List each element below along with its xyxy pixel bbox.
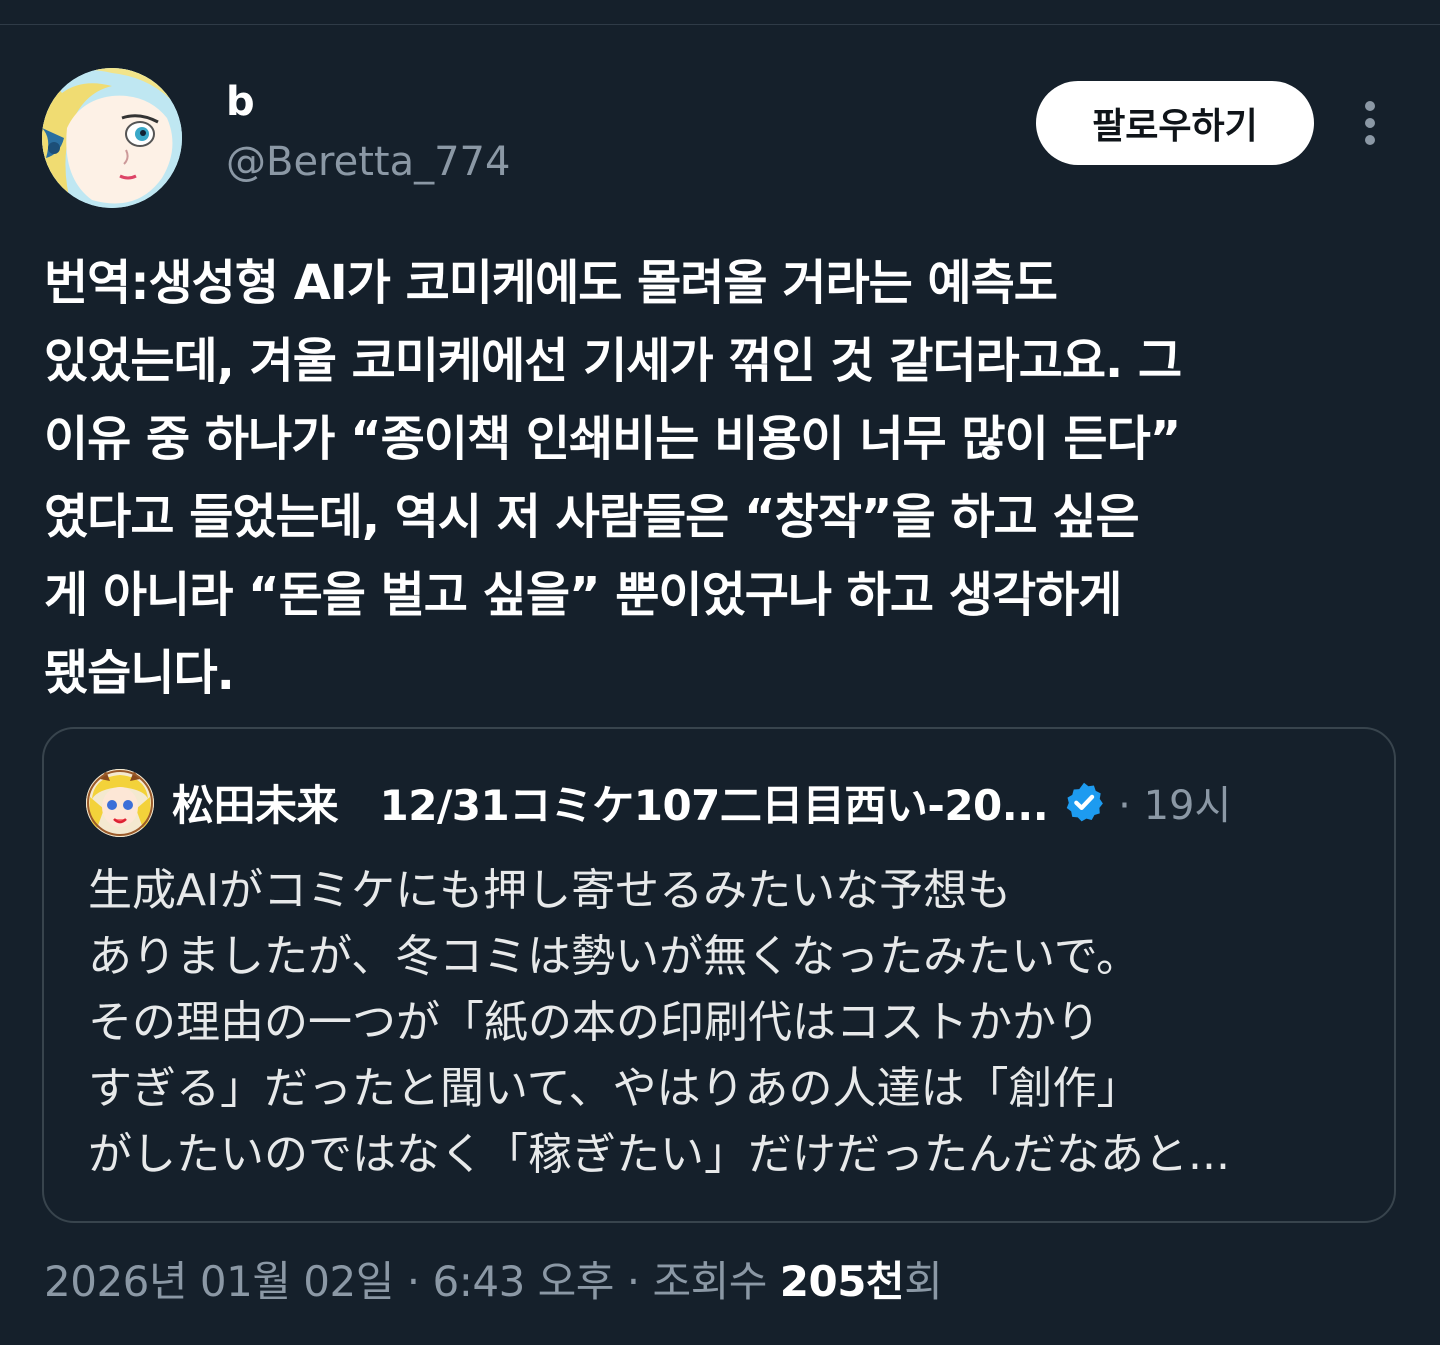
meta-separator: ·	[393, 1257, 433, 1306]
author-handle[interactable]: @Beretta_774	[226, 136, 510, 188]
author-avatar[interactable]	[42, 68, 182, 208]
quote-text: 生成AIがコミケにも押し寄せるみたいな予想も ありましたが、冬コミは勢いが無くな…	[88, 858, 1378, 1188]
tweet-text-line: 이유 중 하나가 “종이책 인쇄비는 비용이 너무 많이 든다”	[44, 411, 1181, 467]
tweet-text-line: 였다고 들었는데, 역시 저 사람들은 “창작”을 하고 싶은	[44, 489, 1140, 545]
quote-timestamp[interactable]: · 19시	[1118, 773, 1231, 831]
meta-separator: ·	[613, 1257, 653, 1306]
tweet-text-line: 있었는데, 겨울 코미케에선 기세가 꺾인 것 같더라고요. 그	[44, 333, 1182, 389]
more-options-button[interactable]	[1346, 96, 1394, 150]
tweet-text-line: 게 아니라 “돈을 벌고 싶을” 뿐이었구나 하고 생각하게	[44, 567, 1122, 623]
quote-text-line: がしたいのではなく「稼ぎたい」だけだったんだなあと...	[88, 1129, 1230, 1180]
quote-author-avatar[interactable]	[86, 769, 154, 837]
quote-text-line: ありましたが、冬コミは勢いが無くなったみたいで。	[88, 931, 1141, 982]
tweet-text: 번역:생성형 AI가 코미케에도 몰려올 거라는 예측도 있었는데, 겨울 코미…	[44, 244, 1404, 712]
top-divider	[0, 24, 1440, 25]
quote-text-line: その理由の一つが「紙の本の印刷代はコストかかり	[88, 997, 1100, 1048]
quote-text-line: すぎる」だったと聞いて、やはりあの人達は「創作」	[88, 1063, 1141, 1114]
tweet-text-line: 됐습니다.	[44, 645, 235, 701]
tweet-text-line: 번역:생성형 AI가 코미케에도 몰려올 거라는 예측도	[44, 255, 1058, 311]
tweet-date[interactable]: 2026년 01월 02일	[44, 1257, 394, 1306]
quote-author-name[interactable]: 松田未来 12/31コミケ107二日目西い-20...	[172, 772, 1049, 833]
views-count[interactable]: 205천	[780, 1257, 905, 1306]
quote-avatar-image	[86, 769, 154, 837]
views-label: 조회수	[652, 1257, 780, 1306]
tweet-time[interactable]: 6:43 오후	[432, 1257, 614, 1306]
views-suffix: 회	[904, 1257, 943, 1306]
quote-header: 松田未来 12/31コミケ107二日目西い-20... · 19시	[172, 772, 1231, 832]
author-avatar-image	[42, 68, 182, 208]
author-display-name[interactable]: b	[226, 76, 255, 128]
follow-button[interactable]: 팔로우하기	[1036, 81, 1314, 165]
tweet-meta: 2026년 01월 02일 · 6:43 오후 · 조회수 205천회	[44, 1252, 943, 1312]
quote-text-line: 生成AIがコミケにも押し寄せるみたいな予想も	[88, 865, 1012, 916]
more-vertical-icon	[1365, 101, 1375, 145]
verified-badge-icon	[1066, 782, 1104, 822]
